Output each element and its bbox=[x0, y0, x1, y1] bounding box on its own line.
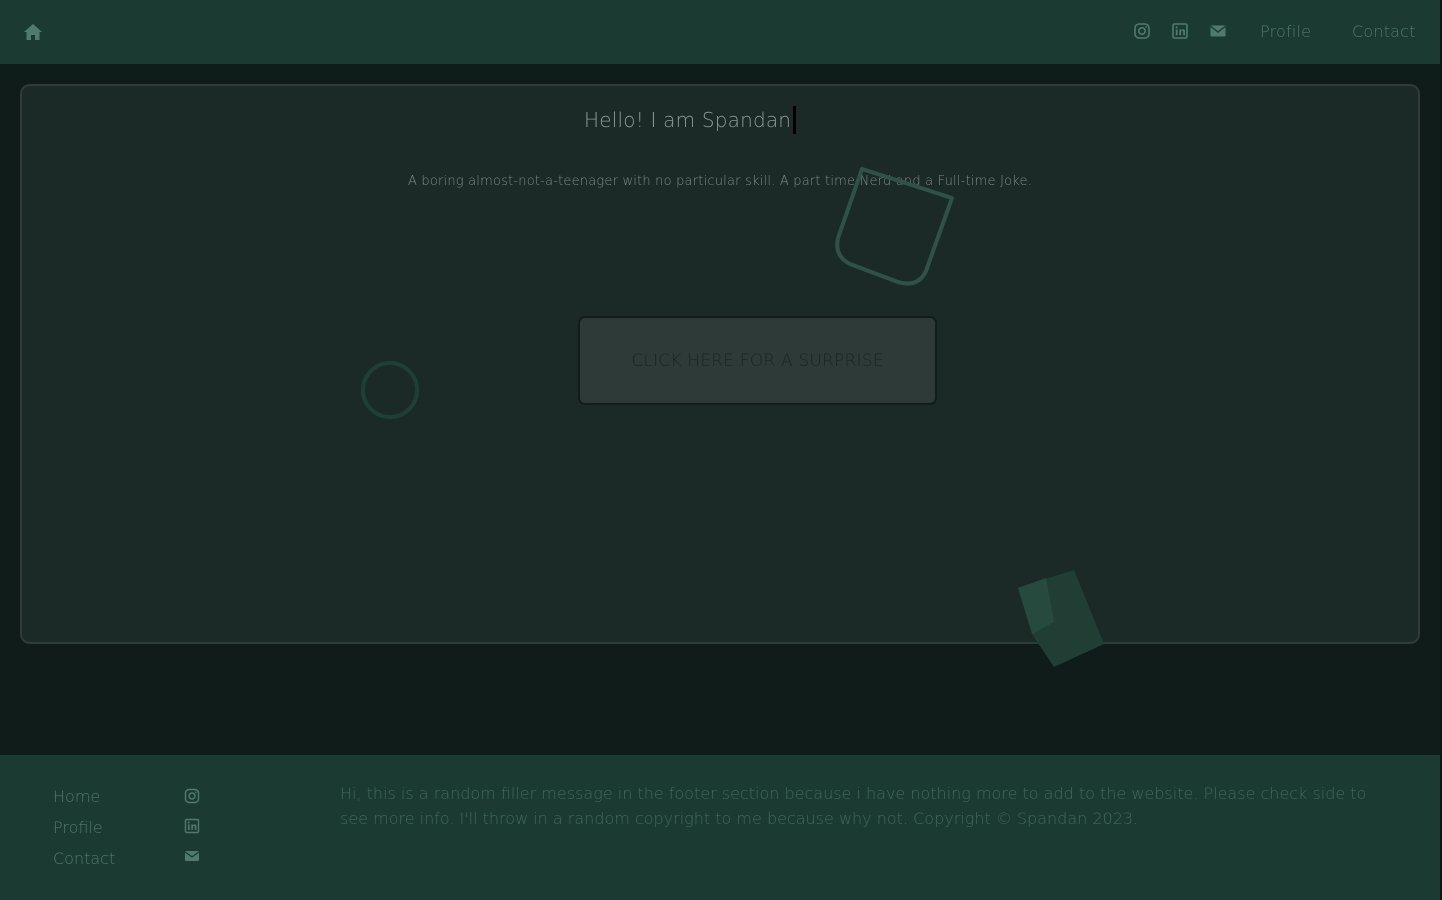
decorative-polygon-shape bbox=[1018, 570, 1104, 667]
linkedin-icon[interactable] bbox=[184, 818, 200, 834]
footer-link-contact[interactable]: Contact bbox=[53, 849, 115, 868]
hero-tagline: A boring almost-not-a-teenager with no p… bbox=[407, 174, 1033, 189]
hero-card: Hello! I am Spandan A boring almost-not-… bbox=[20, 84, 1420, 667]
envelope-icon[interactable] bbox=[184, 848, 200, 864]
instagram-icon[interactable] bbox=[184, 788, 200, 804]
home-icon[interactable] bbox=[22, 21, 44, 43]
typing-cursor bbox=[793, 105, 797, 134]
nav-link-contact[interactable]: Contact bbox=[1352, 22, 1416, 41]
instagram-icon[interactable] bbox=[1133, 22, 1151, 40]
linkedin-icon[interactable] bbox=[1171, 22, 1189, 40]
footer-link-home[interactable]: Home bbox=[53, 787, 100, 806]
top-navbar: Profile Contact bbox=[0, 0, 1442, 64]
greeting-text: Hello! I am Spandan bbox=[584, 108, 792, 132]
hero-greeting: Hello! I am Spandan bbox=[584, 105, 797, 134]
footer-link-profile[interactable]: Profile bbox=[53, 818, 103, 837]
footer: Home Profile Contact Hi, this is a rando… bbox=[0, 755, 1442, 900]
nav-link-profile[interactable]: Profile bbox=[1260, 22, 1311, 41]
surprise-button[interactable]: CLICK HERE FOR A SURPRISE bbox=[578, 316, 937, 405]
footer-message: Hi, this is a random filler message in t… bbox=[340, 784, 1367, 828]
envelope-icon[interactable] bbox=[1209, 22, 1227, 40]
decorative-circle-shape bbox=[361, 361, 419, 419]
